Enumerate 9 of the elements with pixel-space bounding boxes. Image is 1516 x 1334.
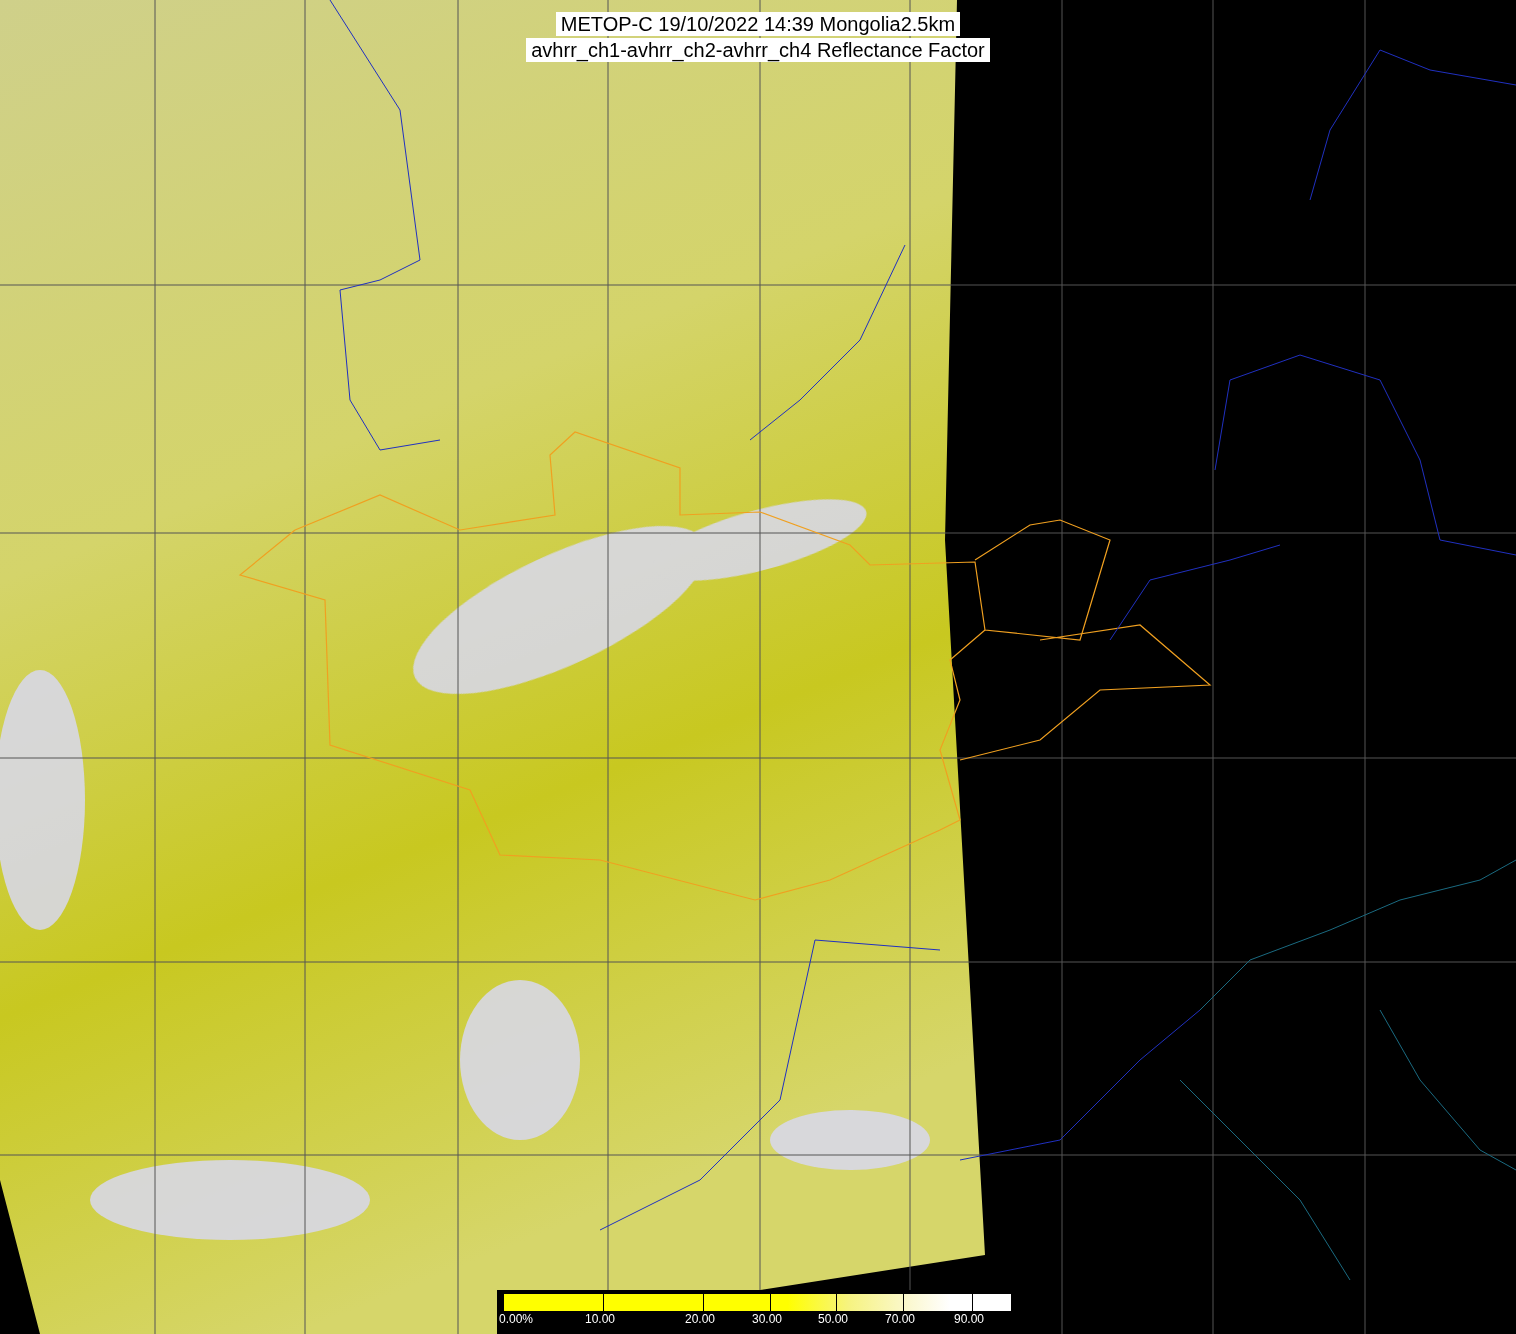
image-title: METOP-C 19/10/2022 14:39 Mongolia2.5km — [555, 12, 961, 36]
scale-label: 0.00% — [499, 1312, 534, 1326]
scale-label: 70.00 — [885, 1312, 916, 1326]
scale-label: 20.00 — [685, 1312, 716, 1326]
scale-label: 50.00 — [818, 1312, 849, 1326]
scale-label: 10.00 — [585, 1312, 616, 1326]
scale-label: 30.00 — [752, 1312, 783, 1326]
image-subtitle: avhrr_ch1-avhrr_ch2-avhrr_ch4 Reflectance Factor — [526, 38, 990, 62]
scale-label: 90.00 — [954, 1312, 985, 1326]
